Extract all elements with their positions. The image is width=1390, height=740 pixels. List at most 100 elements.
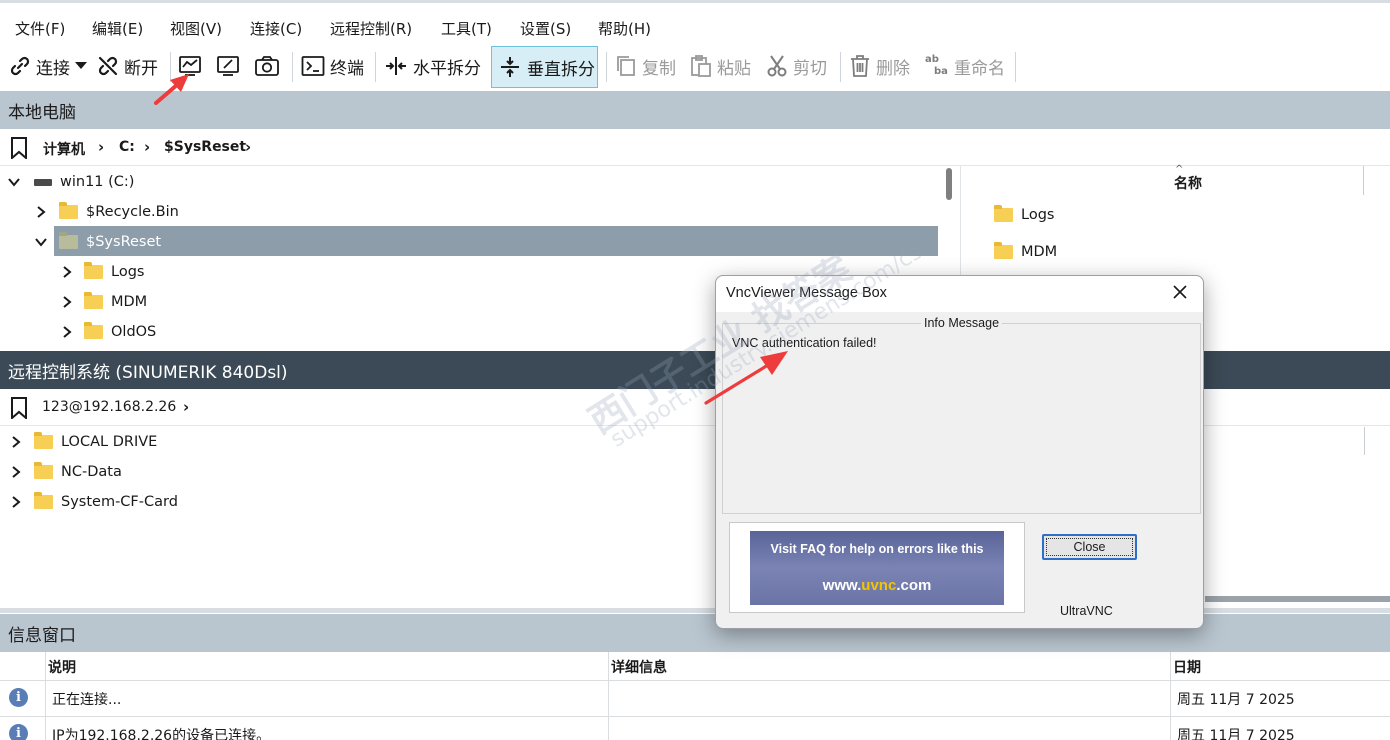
- copy-label: 复制: [642, 58, 676, 79]
- row-date: 周五 11月 7 2025: [1177, 728, 1295, 740]
- info-panel-title: 信息窗口: [8, 625, 76, 646]
- folder-icon: [59, 232, 78, 249]
- table-row[interactable]: i 正在连接... 周五 11月 7 2025: [0, 681, 1390, 716]
- scissors-icon: [766, 54, 788, 78]
- column-divider[interactable]: [1364, 427, 1365, 455]
- split-vertical-button[interactable]: 垂直拆分: [491, 46, 598, 88]
- menu-remote-control[interactable]: 远程控制(R): [330, 18, 412, 39]
- screenshot-button[interactable]: [254, 44, 280, 88]
- faq-banner-frame: Visit FAQ for help on errors like this w…: [729, 522, 1025, 613]
- tree-label: LOCAL DRIVE: [61, 434, 158, 450]
- caret-down-icon: [75, 62, 87, 70]
- menu-settings[interactable]: 设置(S): [520, 18, 571, 39]
- chevron-right-icon: [37, 206, 46, 218]
- rename-button[interactable]: ab ba 重命名: [925, 44, 1005, 88]
- delete-button[interactable]: 删除: [849, 44, 910, 88]
- tree-item-local-drive[interactable]: LOCAL DRIVE: [10, 427, 157, 457]
- remote-tree: LOCAL DRIVE NC-Data System-CF-Card: [0, 427, 715, 607]
- menu-tools[interactable]: 工具(T): [441, 18, 492, 39]
- tree-item-sysreset[interactable]: $SysReset: [35, 227, 161, 257]
- tree-item-logs[interactable]: Logs: [61, 257, 144, 287]
- tree-item-win11[interactable]: win11 (C:): [8, 167, 134, 197]
- tree-label: System-CF-Card: [61, 494, 178, 510]
- split-vertical-label: 垂直拆分: [527, 59, 595, 80]
- column-detail[interactable]: 详细信息: [611, 657, 667, 677]
- delete-label: 删除: [876, 58, 910, 79]
- tree-item-oldos[interactable]: OldOS: [61, 317, 156, 347]
- unlink-icon: [97, 55, 119, 77]
- group-label: Info Message: [921, 316, 1003, 330]
- folder-icon: [34, 432, 53, 449]
- menu-help[interactable]: 帮助(H): [598, 18, 651, 39]
- terminal-label: 终端: [330, 58, 364, 79]
- terminal-button[interactable]: 终端: [301, 44, 364, 88]
- paste-button[interactable]: 粘贴: [690, 44, 751, 88]
- close-button[interactable]: Close: [1042, 534, 1137, 560]
- remote-view-button[interactable]: [178, 44, 202, 88]
- folder-icon: [34, 492, 53, 509]
- copy-button[interactable]: 复制: [615, 44, 676, 88]
- vnc-message-box: VncViewer Message Box Info Message VNC a…: [715, 275, 1204, 629]
- tree-item-mdm[interactable]: MDM: [61, 287, 147, 317]
- ultravnc-label: UltraVNC: [1060, 604, 1113, 618]
- faq-banner-link[interactable]: Visit FAQ for help on errors like this w…: [750, 531, 1004, 605]
- tree-item-nc-data[interactable]: NC-Data: [10, 457, 122, 487]
- breadcrumb-computer[interactable]: 计算机: [43, 139, 85, 159]
- split-horizontal-button[interactable]: 水平拆分: [384, 44, 481, 88]
- tree-item-recycle-bin[interactable]: $Recycle.Bin: [35, 197, 179, 227]
- banner-url: www.uvnc.com: [822, 577, 932, 594]
- column-divider[interactable]: [1363, 166, 1364, 195]
- disconnect-button[interactable]: 断开: [97, 44, 158, 88]
- tree-label: OldOS: [111, 324, 157, 340]
- tree-label: NC-Data: [61, 464, 122, 480]
- breadcrumb-sysreset[interactable]: $SysReset: [164, 139, 246, 155]
- remote-edit-button[interactable]: [216, 44, 240, 88]
- list-item[interactable]: MDM: [994, 237, 1057, 267]
- toolbar-separator: [292, 52, 293, 82]
- toolbar-separator: [170, 52, 171, 82]
- scroll-thumb[interactable]: [946, 168, 952, 200]
- horizontal-scrollbar[interactable]: [1205, 596, 1390, 602]
- bookmark-icon[interactable]: [10, 397, 28, 423]
- toolbar-separator: [1015, 52, 1016, 82]
- cut-button[interactable]: 剪切: [766, 44, 827, 88]
- connect-button[interactable]: 连接: [9, 44, 87, 88]
- toolbar-separator: [606, 52, 607, 82]
- cut-label: 剪切: [793, 58, 827, 79]
- table-row[interactable]: i IP为192.168.2.26的设备已连接。 周五 11月 7 2025: [0, 717, 1390, 740]
- folder-icon: [59, 202, 78, 219]
- screen-edit-icon: [216, 54, 240, 78]
- menu-bar: 文件(F) 编辑(E) 视图(V) 连接(C) 远程控制(R) 工具(T) 设置…: [0, 0, 1390, 44]
- menu-view[interactable]: 视图(V): [170, 18, 222, 39]
- breadcrumb-drive[interactable]: C:: [119, 139, 135, 155]
- folder-icon: [84, 262, 103, 279]
- tree-label: Logs: [111, 264, 145, 280]
- close-icon[interactable]: [1172, 284, 1188, 304]
- folder-icon: [84, 322, 103, 339]
- dialog-titlebar[interactable]: VncViewer Message Box: [716, 276, 1203, 312]
- toolbar-separator: [375, 52, 376, 82]
- paste-label: 粘贴: [717, 58, 751, 79]
- row-description: IP为192.168.2.26的设备已连接。: [52, 728, 271, 740]
- bookmark-icon[interactable]: [10, 137, 28, 163]
- chevron-right-icon: [12, 466, 21, 478]
- chevron-right-icon: ›: [245, 138, 252, 156]
- folder-icon: [84, 292, 103, 309]
- menu-file[interactable]: 文件(F): [15, 18, 65, 39]
- breadcrumb-remote-host[interactable]: 123@192.168.2.26: [42, 399, 176, 415]
- menu-connect[interactable]: 连接(C): [250, 18, 302, 39]
- list-item[interactable]: Logs: [994, 200, 1054, 230]
- menu-edit[interactable]: 编辑(E): [92, 18, 143, 39]
- drive-icon: [34, 178, 52, 186]
- tree-item-system-cf-card[interactable]: System-CF-Card: [10, 487, 178, 517]
- list-item-label: Logs: [1021, 207, 1055, 223]
- column-description[interactable]: 说明: [48, 657, 76, 677]
- chevron-right-icon: [63, 296, 72, 308]
- list-item-label: MDM: [1021, 244, 1058, 260]
- monitor-icon: [178, 54, 202, 78]
- link-icon: [9, 55, 31, 77]
- column-date[interactable]: 日期: [1173, 657, 1201, 677]
- info-icon: i: [9, 688, 28, 707]
- chevron-right-icon: [12, 496, 21, 508]
- column-name[interactable]: 名称: [1174, 173, 1202, 193]
